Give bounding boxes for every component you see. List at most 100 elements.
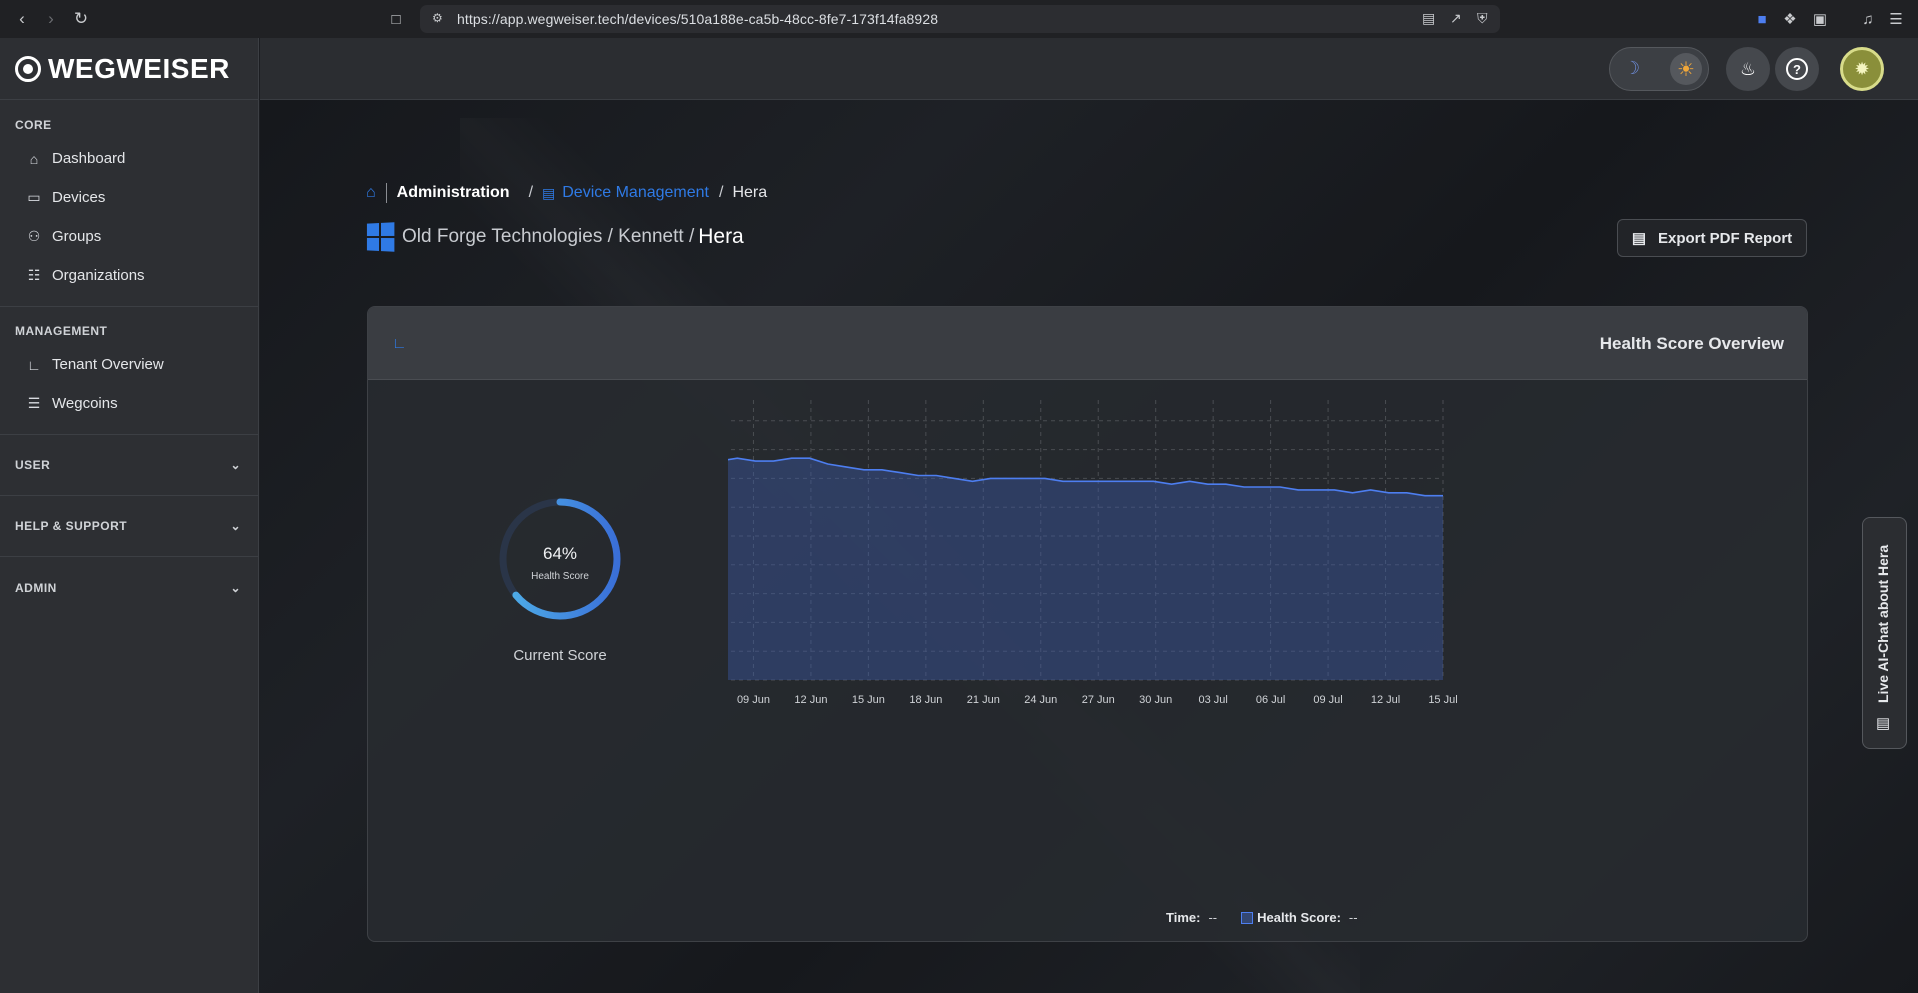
current-score-label: Current Score [513,647,607,664]
breadcrumb-current: Hera [732,184,768,201]
section-management: MANAGEMENT [15,324,108,338]
x-tick-label: 15 Jul [1428,694,1457,706]
bookmark-icon[interactable]: □ [382,5,410,33]
breadcrumb-divider [385,183,387,203]
server-icon: ▤ [542,184,556,201]
breadcrumb-administration[interactable]: Administration [397,184,510,202]
x-tick-label: 18 Jun [909,694,942,706]
sidebar-section-help[interactable]: HELP & SUPPORT ⌄ [0,496,258,557]
page-title: Old Forge Technologies / Kennett / Hera [366,222,744,252]
legend-time-value: -- [1208,910,1218,925]
breadcrumb-device-management-label: Device Management [562,184,709,201]
pdf-file-icon: ▤ [1631,230,1646,247]
theme-toggle[interactable]: ☽ ☀ [1609,47,1709,91]
home-icon[interactable]: ⌂ [366,184,376,202]
music-icon[interactable]: ♫ [1858,9,1878,29]
chat-icon: ▤ [1876,715,1891,732]
sun-icon: ☀ [1670,53,1702,85]
avatar-emblem-icon: ✹ [1854,58,1870,79]
brand-name: WEGWEISER [48,52,230,84]
sidebar-item-tenant-overview[interactable]: ∟ Tenant Overview [0,345,258,384]
x-tick-label: 21 Jun [967,694,1000,706]
health-score-card: ∟ Health Score Overview 64% Health Score… [367,306,1808,942]
site-settings-icon[interactable]: ⚙ [432,11,443,25]
sidebar-item-wegcoins[interactable]: ☰ Wegcoins [0,384,258,423]
sidebar-section-user[interactable]: USER ⌄ [0,435,258,496]
share-icon[interactable]: ↗ [1450,10,1462,27]
x-tick-label: 09 Jun [737,694,770,706]
sidebar-item-organizations[interactable]: ☷ Organizations [0,256,258,295]
brand[interactable]: WEGWEISER [0,38,258,100]
top-header: ☽ ☀ ♨ ? ✹ [260,38,1918,100]
moon-icon: ☽ [1624,58,1641,78]
health-score-history-chart: Health Score History01020304050607080901… [728,397,1458,706]
live-ai-chat-button[interactable]: Live AI-Chat about Hera ▤ [1862,517,1907,749]
x-tick-label: 15 Jun [852,694,885,706]
reader-icon[interactable]: ▤ [1422,10,1435,27]
breadcrumb: ⌂ Administration / ▤ Device Management /… [366,182,767,204]
sidebar-item-label: Tenant Overview [52,356,164,373]
legend-time-label: Time: [1166,910,1201,925]
main-content: ☽ ☀ ♨ ? ✹ ⌂ Administration / ▤ Device Ma… [260,38,1918,993]
section-help-label: HELP & SUPPORT [15,519,128,533]
export-pdf-button[interactable]: ▤ Export PDF Report [1617,219,1807,257]
card-header: ∟ Health Score Overview [368,307,1807,380]
chart-legend: Time: -- Health Score: -- [1166,910,1358,925]
shield-icon[interactable]: ⛨ [1477,10,1488,27]
coins-icon: ☰ [27,395,41,411]
sidebar-item-label: Devices [52,189,106,206]
x-tick-label: 24 Jun [1024,694,1057,706]
menu-icon[interactable]: ☰ [1886,9,1906,29]
notifications-button[interactable]: ♨ [1726,47,1770,91]
x-tick-label: 09 Jul [1313,694,1342,706]
sidebar-section-admin[interactable]: ADMIN ⌄ [0,557,258,618]
x-tick-label: 30 Jun [1139,694,1172,706]
x-tick-label: 12 Jul [1371,694,1400,706]
chevron-down-icon: ⌄ [230,580,241,595]
legend-series-label: Health Score: [1257,910,1341,925]
sidebar-item-groups[interactable]: ⚇ Groups [0,217,258,256]
legend-series-value: -- [1348,910,1358,925]
sidebar: WEGWEISER CORE ⌂ Dashboard ▭ Devices ⚇ G… [0,38,259,993]
sidebar-item-dashboard[interactable]: ⌂ Dashboard [0,139,258,178]
question-icon: ? [1786,58,1808,80]
series-area [728,458,1443,680]
puzzle-icon[interactable]: ❖ [1780,9,1800,29]
device-name: Hera [698,225,744,248]
help-button[interactable]: ? [1775,47,1819,91]
extension-badge-icon[interactable]: ■ [1752,9,1772,29]
section-admin-label: ADMIN [15,580,57,595]
breadcrumb-device-management[interactable]: ▤ Device Management [542,184,709,202]
wallet-icon[interactable]: ▣ [1810,9,1830,29]
sidebar-item-label: Dashboard [52,150,126,167]
browser-toolbar: ‹ › ↻ □ ⚙ https://app.wegweiser.tech/dev… [0,0,1918,38]
forward-icon[interactable]: › [37,5,65,33]
windows-icon [366,222,395,252]
brand-logo-icon [15,55,41,82]
sidebar-item-label: Organizations [52,267,145,284]
export-pdf-label: Export PDF Report [1658,229,1793,247]
ai-chat-label: Live AI-Chat about Hera [1875,544,1891,703]
x-tick-label: 12 Jun [794,694,827,706]
back-icon[interactable]: ‹ [8,5,36,33]
chart-icon: ∟ [27,356,41,373]
breadcrumb-separator: / [528,184,534,201]
x-tick-label: 03 Jul [1198,694,1227,706]
section-user-label: USER [15,458,51,472]
gauge-value: 64% [542,544,578,563]
home-icon: ⌂ [29,150,39,167]
device-path: Old Forge Technologies / Kennett / [402,226,695,247]
chevron-down-icon: ⌄ [230,458,241,472]
legend-swatch [1241,911,1254,924]
address-bar[interactable]: ⚙ https://app.wegweiser.tech/devices/510… [420,5,1500,33]
sidebar-item-label: Wegcoins [52,395,118,412]
url-text: https://app.wegweiser.tech/devices/510a1… [457,11,939,27]
breadcrumb-separator: / [719,184,724,201]
reload-icon[interactable]: ↻ [67,5,95,33]
bell-icon: ♨ [1739,58,1757,79]
section-core: CORE [15,118,52,132]
avatar[interactable]: ✹ [1840,47,1884,91]
sidebar-item-devices[interactable]: ▭ Devices [0,178,258,217]
x-tick-label: 27 Jun [1082,694,1115,706]
users-icon: ⚇ [27,228,41,244]
